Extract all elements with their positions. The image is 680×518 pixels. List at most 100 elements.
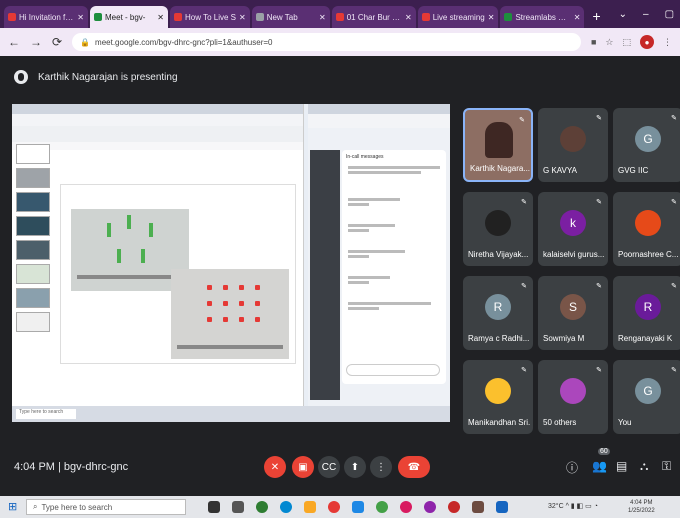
participant-name: kalaiselvi gurus...	[543, 250, 605, 259]
slide-thumbnails[interactable]	[16, 144, 52, 336]
browser-tab[interactable]: Streamlabs Fan ✕	[500, 6, 585, 28]
tab-title: New Tab	[266, 12, 298, 22]
browser-tab-bar: Hi Invitation for th✕Meet - bgv-✕How To …	[0, 0, 680, 28]
participant-tile[interactable]: ✎ Manikandhan Sri...	[463, 360, 533, 434]
participant-tile[interactable]: S ✎ Sowmiya M	[538, 276, 608, 350]
meet-control-bar: 4:04 PM | bgv-dhrc-gnc ✕ ▣ CC ⬆ ⋮ ☎ ⓘ 👥 …	[0, 440, 680, 496]
app-icon-1[interactable]	[400, 501, 412, 513]
present-button[interactable]: ⬆	[344, 456, 366, 478]
camera-off-button[interactable]: ▣	[292, 456, 314, 478]
url-field[interactable]: 🔒 meet.google.com/bgv-dhrc-gnc?pli=1&aut…	[72, 33, 581, 51]
reload-icon[interactable]: ⟳	[52, 35, 62, 49]
star-icon[interactable]: ☆	[605, 37, 613, 48]
task-view-icon[interactable]	[208, 501, 220, 513]
browser-tab[interactable]: Live streaming ✕	[417, 6, 499, 28]
minimize-icon[interactable]: –	[643, 9, 649, 20]
participant-tile[interactable]: G ✎ GVG IIC	[613, 108, 680, 182]
tab-favicon-icon	[174, 13, 182, 21]
chat-panel: In-call messages	[342, 150, 446, 384]
participant-name: Karthik Nagara...	[470, 164, 531, 173]
back-icon[interactable]: ←	[8, 35, 20, 49]
browser-tab[interactable]: How To Live S ✕	[170, 6, 250, 28]
participant-tile[interactable]: k ✎ kalaiselvi gurus...	[538, 192, 608, 266]
more-options-button[interactable]: ⋮	[370, 456, 392, 478]
browser-tab[interactable]: 01 Char Bur (T) ✕	[331, 6, 416, 28]
mic-off-button[interactable]: ✕	[264, 456, 286, 478]
browser-icon[interactable]	[280, 501, 292, 513]
menu-icon[interactable]: ⋮	[663, 37, 672, 48]
people-icon[interactable]: 👥	[592, 459, 607, 473]
browser-tab[interactable]: New Tab ✕	[251, 6, 330, 28]
participant-name: You	[618, 418, 632, 427]
participant-avatar: G	[635, 378, 661, 404]
participant-tile[interactable]: ✎ G KAVYA	[538, 108, 608, 182]
participant-tile[interactable]: ✎ Karthik Nagara...	[463, 108, 533, 182]
new-tab-button[interactable]: +	[586, 8, 606, 28]
participant-avatar	[635, 210, 661, 236]
chrome-icon[interactable]	[328, 501, 340, 513]
chat-icon[interactable]: ▤	[616, 459, 627, 473]
widgets-icon[interactable]	[232, 501, 244, 513]
lock-icon[interactable]: ⚿	[662, 459, 671, 474]
taskbar-search[interactable]: ⌕ Type here to search	[26, 499, 186, 515]
tab-favicon-icon	[8, 13, 16, 21]
word-icon[interactable]	[496, 501, 508, 513]
participant-name: Manikandhan Sri...	[468, 418, 530, 427]
participant-avatar	[560, 378, 586, 404]
people-count-badge: 60	[598, 448, 610, 455]
chrome-profile-icon[interactable]	[376, 501, 388, 513]
app-icon-3[interactable]	[448, 501, 460, 513]
profile-avatar[interactable]: ●	[640, 35, 654, 49]
tab-close-icon[interactable]: ✕	[488, 13, 495, 22]
app-icon-4[interactable]	[472, 501, 484, 513]
info-icon[interactable]: ⓘ	[566, 459, 578, 476]
participant-name: Renganayaki K	[618, 334, 673, 343]
mail-icon[interactable]	[352, 501, 364, 513]
tab-close-icon[interactable]: ✕	[405, 13, 412, 22]
file-explorer-icon[interactable]	[304, 501, 316, 513]
camera-off-icon: ▣	[298, 461, 308, 473]
windows-taskbar: ⊞ ⌕ Type here to search 32°C ^ ▮ ◧ ▭ ◔ 4…	[0, 496, 680, 518]
tab-close-icon[interactable]: ✕	[574, 13, 581, 22]
chevron-down-icon[interactable]: ⌄	[619, 9, 627, 20]
captions-button[interactable]: CC	[318, 456, 340, 478]
participant-tile[interactable]: G ✎ You	[613, 360, 680, 434]
system-tray: 32°C ^ ▮ ◧ ▭ ◔	[548, 503, 598, 510]
participant-avatar: k	[560, 210, 586, 236]
participant-tile[interactable]: ✎ Poornashree C...	[613, 192, 680, 266]
call-end-icon: ☎	[407, 461, 421, 473]
tab-close-icon[interactable]: ✕	[77, 13, 84, 22]
maximize-icon[interactable]: ▢	[665, 9, 674, 20]
slide-canvas[interactable]	[60, 184, 296, 364]
tab-close-icon[interactable]: ✕	[319, 13, 326, 22]
activities-icon[interactable]: ⛬	[640, 459, 648, 474]
participant-tile[interactable]: R ✎ Ramya c Radhi...	[463, 276, 533, 350]
app-icon-2[interactable]	[424, 501, 436, 513]
forward-icon[interactable]: →	[30, 35, 42, 49]
windows-start-icon[interactable]: ⊞	[8, 500, 17, 513]
address-bar-row: ← → ⟳ 🔒 meet.google.com/bgv-dhrc-gnc?pli…	[0, 28, 680, 56]
participant-avatar: G	[635, 126, 661, 152]
tab-close-icon[interactable]: ✕	[157, 13, 164, 22]
leave-call-button[interactable]: ☎	[398, 456, 430, 478]
tab-close-icon[interactable]: ✕	[239, 13, 246, 22]
record-icon[interactable]: ■	[591, 37, 596, 47]
extensions-icon[interactable]: ⬚	[622, 37, 631, 48]
participant-tile[interactable]: ✎ Niretha Vijayak...	[463, 192, 533, 266]
participant-avatar: R	[635, 294, 661, 320]
browser-tab[interactable]: Meet - bgv- ✕	[90, 6, 168, 28]
taskbar-clock[interactable]: 4:04 PM 1/25/2022	[628, 499, 655, 515]
presenting-banner: Karthik Nagarajan is presenting	[0, 60, 680, 94]
edge-icon[interactable]	[256, 501, 268, 513]
mic-off-icon: ✎	[671, 367, 677, 374]
participant-name: Ramya c Radhi...	[468, 334, 530, 343]
tab-favicon-icon	[504, 13, 513, 21]
chat-input[interactable]	[346, 364, 440, 376]
participant-tile[interactable]: ✎ 50 others	[538, 360, 608, 434]
browser-tab[interactable]: Hi Invitation for th✕	[4, 6, 88, 28]
tab-favicon-icon	[94, 13, 102, 21]
slide-image-2	[171, 269, 289, 359]
present-icon: ⬆	[350, 461, 360, 473]
participant-tile[interactable]: R ✎ Renganayaki K	[613, 276, 680, 350]
tab-title: Hi Invitation for th	[19, 12, 74, 22]
